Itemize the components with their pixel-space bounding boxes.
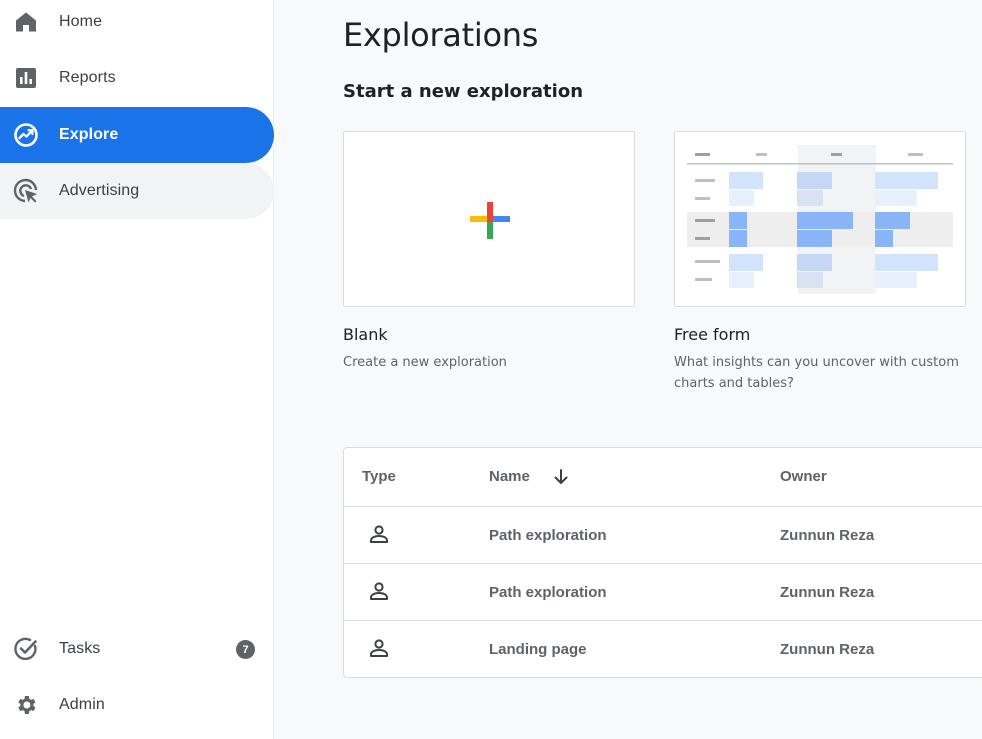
home-icon [13, 9, 39, 35]
reports-icon [13, 65, 39, 91]
gear-icon [13, 692, 39, 718]
section-title: Start a new exploration [343, 81, 584, 102]
exploration-owner: Zunnun Reza [780, 527, 875, 544]
exploration-owner: Zunnun Reza [780, 584, 875, 601]
advertising-icon [13, 178, 39, 204]
arrow-down-icon[interactable] [551, 467, 571, 487]
sidebar-item-label: Advertising [59, 182, 140, 199]
plus-icon [470, 202, 510, 239]
main-content: Explorations Start a new exploration Bla… [274, 0, 982, 739]
sidebar-item-label: Admin [59, 696, 105, 713]
table-header: Type Name Owner [344, 448, 982, 507]
sidebar-item-label: Tasks [59, 640, 101, 657]
free-form-template-description: What insights can you uncover with custo… [674, 355, 959, 391]
table-row[interactable]: Landing page Zunnun Reza [344, 621, 982, 678]
explore-icon [13, 122, 39, 148]
table-row[interactable]: Path exploration Zunnun Reza [344, 507, 982, 564]
exploration-name[interactable]: Path exploration [489, 527, 607, 544]
free-form-preview-icon [687, 145, 953, 294]
sidebar-item-admin[interactable]: Admin [0, 677, 274, 733]
table-row[interactable]: Path exploration Zunnun Reza [344, 564, 982, 621]
page-title: Explorations [343, 16, 539, 54]
tasks-icon [13, 636, 39, 662]
sidebar-item-tasks[interactable]: Tasks 7 [0, 621, 274, 677]
blank-template-title[interactable]: Blank [343, 325, 388, 344]
sidebar-item-label: Reports [59, 69, 116, 86]
exploration-name[interactable]: Landing page [489, 641, 587, 658]
person-icon [368, 523, 390, 545]
blank-template-card[interactable] [343, 131, 635, 307]
person-icon [368, 580, 390, 602]
blank-template-description: Create a new exploration [343, 355, 507, 370]
person-icon [368, 637, 390, 659]
column-header-type[interactable]: Type [362, 468, 396, 485]
column-header-owner[interactable]: Owner [780, 468, 827, 485]
explorations-table: Type Name Owner Path exploration Zunnun … [343, 447, 982, 678]
sidebar-item-advertising[interactable]: Advertising [0, 163, 274, 219]
sidebar-item-explore[interactable]: Explore [0, 107, 274, 163]
exploration-name[interactable]: Path exploration [489, 584, 607, 601]
sidebar-item-label: Home [59, 13, 103, 30]
free-form-template-title[interactable]: Free form [674, 325, 750, 344]
sidebar-item-label: Explore [59, 126, 119, 143]
sidebar: Home Reports Explore Advertising Tasks 7… [0, 0, 274, 739]
sidebar-item-home[interactable]: Home [0, 0, 274, 50]
free-form-template-card[interactable] [674, 131, 966, 307]
sidebar-item-reports[interactable]: Reports [0, 50, 274, 106]
exploration-owner: Zunnun Reza [780, 641, 875, 658]
column-header-name[interactable]: Name [489, 468, 530, 485]
tasks-count-badge: 7 [236, 640, 255, 659]
